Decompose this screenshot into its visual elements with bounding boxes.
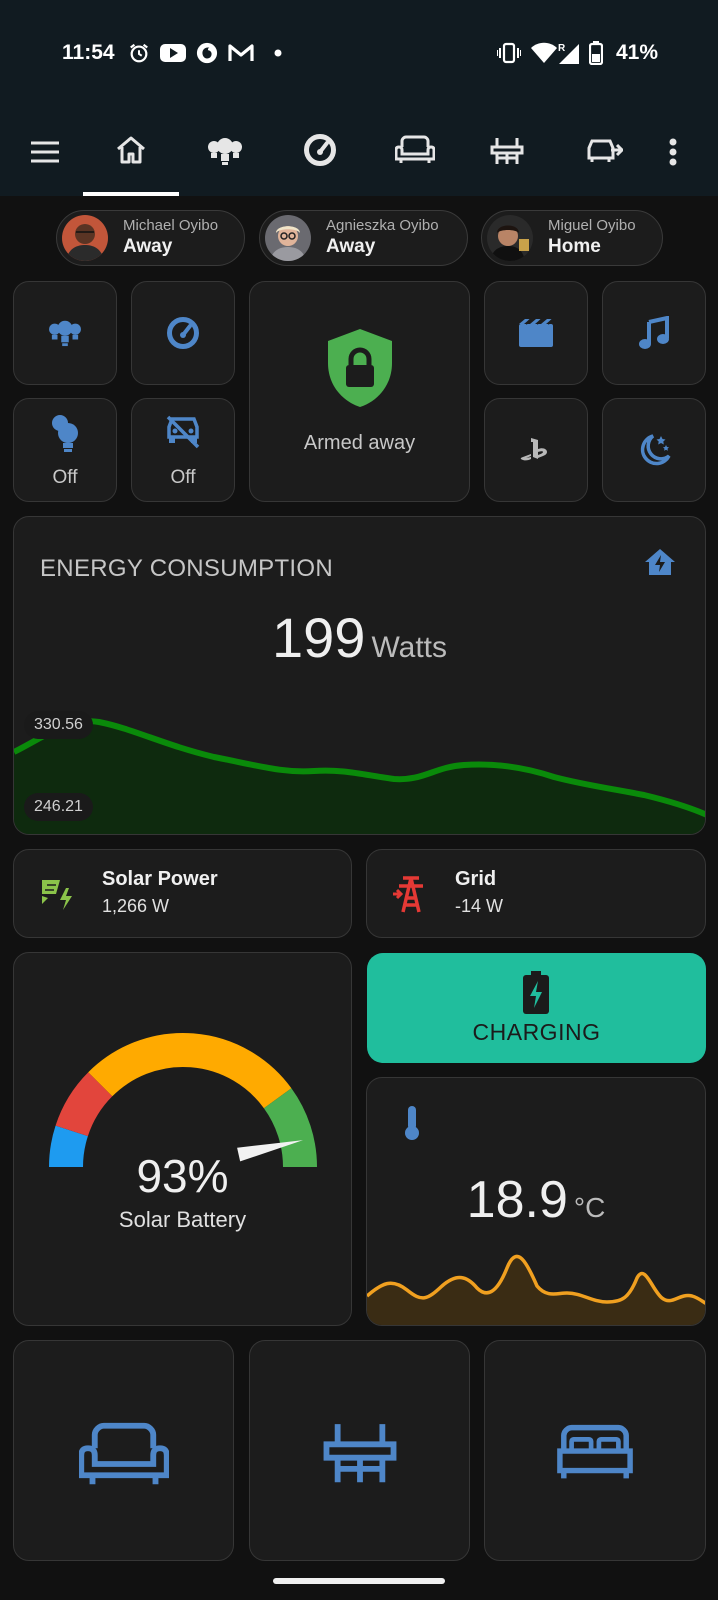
lamp-state: Off — [52, 467, 78, 488]
gmail-icon — [228, 40, 254, 66]
solar-battery-gauge-card[interactable]: 93% Solar Battery — [13, 952, 352, 1326]
battery-icon — [589, 40, 603, 66]
app-screen: 11:54 R 41% Michael Oyibo Away Agnieszka… — [0, 0, 718, 1600]
battery-gauge — [49, 1033, 317, 1168]
youtube-icon — [160, 40, 186, 66]
alarm-panel-tile[interactable]: Armed away — [249, 281, 470, 502]
status-time: 11:54 — [62, 41, 115, 64]
battery-percent: 41% — [616, 41, 659, 64]
grid-tile[interactable]: Grid -14 W — [366, 849, 706, 938]
lights-icon — [207, 134, 243, 171]
menu-icon[interactable] — [0, 108, 90, 196]
person-chip-michael[interactable]: Michael Oyibo Away — [56, 210, 245, 266]
night-mode-tile[interactable] — [602, 398, 706, 502]
tab-dining[interactable] — [462, 108, 552, 196]
playstation-tile[interactable] — [484, 398, 588, 502]
tab-home[interactable] — [86, 108, 176, 196]
transmission-tower-icon — [391, 874, 431, 919]
table-chairs-icon — [490, 134, 524, 171]
lights-group-icon — [14, 317, 116, 347]
movie-tile[interactable] — [484, 281, 588, 385]
tab-living-room[interactable] — [370, 108, 460, 196]
room-living-room[interactable] — [13, 1340, 234, 1561]
grid-title: Grid — [455, 868, 497, 890]
gauge-value: 93% — [136, 1150, 229, 1202]
avatar — [487, 215, 533, 261]
person-name: Agnieszka Oyibo — [326, 217, 439, 234]
energy-consumption-card[interactable]: ENERGY CONSUMPTION 199 Watts 330.56 246.2… — [13, 516, 706, 835]
bed-icon — [485, 1423, 705, 1483]
energy-max-label: 330.56 — [24, 711, 93, 739]
alarm-state: Armed away — [303, 432, 416, 454]
temperature-sparkline — [367, 1254, 705, 1325]
solar-title: Solar Power — [102, 868, 218, 890]
avatar — [265, 215, 311, 261]
status-bar: 11:54 R 41% — [0, 0, 718, 108]
tab-lights[interactable] — [180, 108, 270, 196]
gauge-label: Solar Battery — [118, 1207, 247, 1232]
room-bedroom[interactable] — [484, 1340, 706, 1561]
lights-group-tile[interactable] — [13, 281, 117, 385]
person-chip-miguel[interactable]: Miguel Oyibo Home — [481, 210, 663, 266]
dot-icon — [274, 40, 282, 66]
sofa-icon — [394, 135, 436, 170]
solar-power-icon — [40, 876, 76, 917]
wifi-icon — [531, 40, 557, 66]
shield-lock-icon — [250, 327, 469, 409]
person-chip-agnieszka[interactable]: Agnieszka Oyibo Away — [259, 210, 468, 266]
energy-sparkline — [14, 718, 705, 834]
person-state: Home — [548, 236, 601, 257]
car-charger-state: Off — [170, 467, 196, 488]
charging-status-tile[interactable]: CHARGING — [367, 953, 706, 1063]
grid-value: -14 W — [455, 896, 504, 916]
temperature-card[interactable]: 18.9 °C — [366, 1077, 706, 1326]
gauge-segment — [88, 1033, 292, 1109]
person-state: Away — [123, 236, 173, 257]
battery-charging-icon — [522, 971, 550, 1020]
avatar — [62, 215, 108, 261]
person-name: Michael Oyibo — [123, 217, 219, 234]
solar-value: 1,266 W — [102, 896, 170, 916]
tab-energy[interactable] — [275, 108, 365, 196]
car-off-icon — [132, 415, 234, 449]
music-tile[interactable] — [602, 281, 706, 385]
top-app-bar — [0, 108, 718, 196]
vibrate-icon — [497, 40, 521, 66]
gauge-segment — [55, 1072, 113, 1137]
room-dining[interactable] — [249, 1340, 470, 1561]
more-vert-icon[interactable] — [628, 108, 718, 196]
table-chairs-icon — [250, 1415, 469, 1487]
svg-text:R: R — [558, 43, 566, 54]
alarm-icon — [128, 40, 150, 66]
car-arrow-icon — [587, 136, 625, 169]
energy-gauge-tile[interactable] — [131, 281, 235, 385]
person-name: Miguel Oyibo — [548, 217, 636, 234]
gesture-bar[interactable] — [273, 1578, 445, 1584]
charging-label: CHARGING — [472, 1019, 601, 1045]
playstation-icon — [485, 437, 587, 463]
sofa-icon — [14, 1421, 233, 1489]
movie-icon — [485, 318, 587, 348]
night-icon — [603, 432, 705, 468]
person-state: Away — [326, 236, 376, 257]
lamp-tile[interactable]: Off — [13, 398, 117, 502]
home-icon — [114, 134, 148, 171]
gauge-icon — [132, 316, 234, 350]
solar-power-tile[interactable]: Solar Power 1,266 W — [13, 849, 352, 938]
car-charger-tile[interactable]: Off — [131, 398, 235, 502]
lightbulb-group-icon — [14, 413, 116, 453]
tab-indicator — [83, 192, 179, 196]
energy-min-label: 246.21 — [24, 793, 93, 821]
vodafone-icon — [196, 40, 218, 66]
signal-roaming-icon: R — [558, 40, 580, 66]
gauge-icon — [303, 133, 337, 172]
music-icon — [603, 316, 705, 350]
